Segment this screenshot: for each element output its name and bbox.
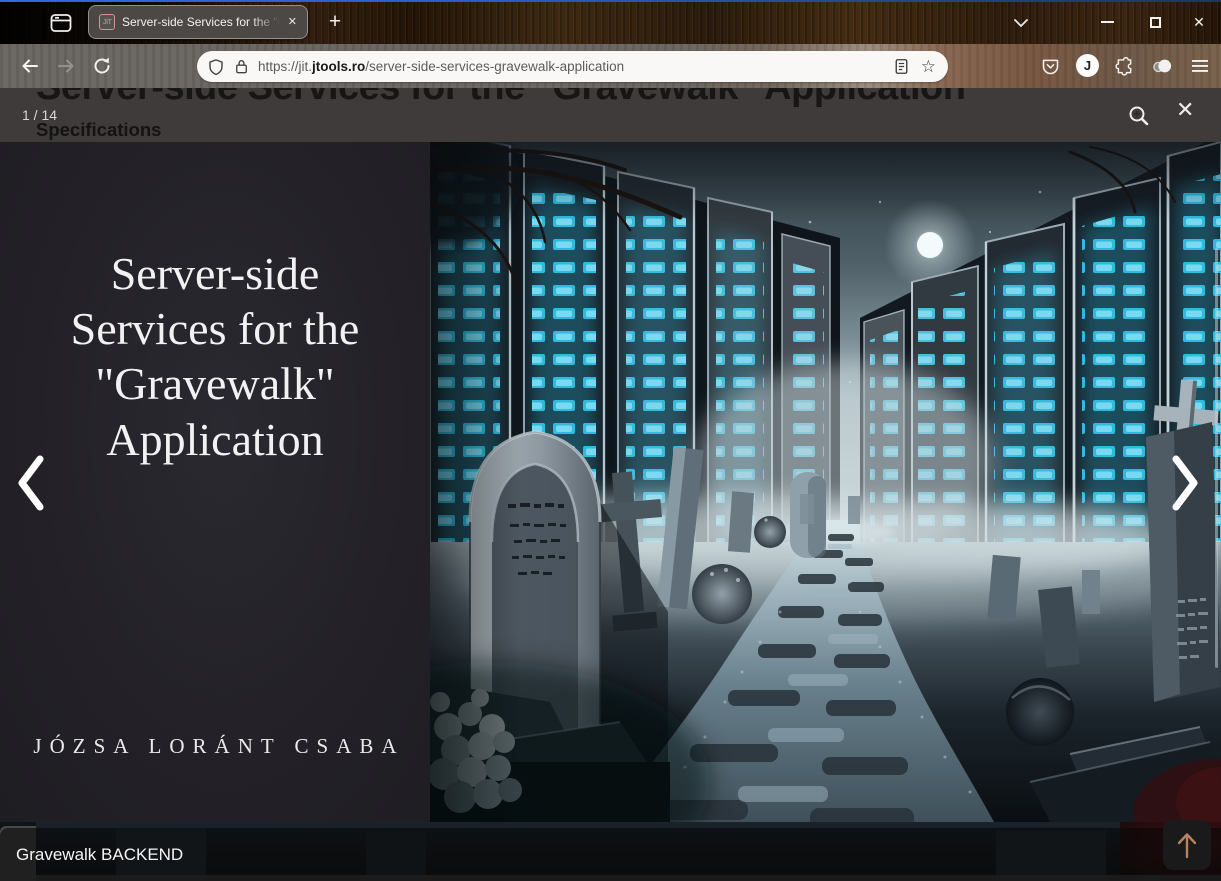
slide-title-panel: Server-side Services for the "Gravewalk"… bbox=[0, 142, 430, 822]
slide-title: Server-side Services for the "Gravewalk"… bbox=[0, 246, 430, 467]
lightbox-counter: 1 / 14 bbox=[22, 107, 57, 123]
list-tabs-chevron-icon[interactable] bbox=[1010, 12, 1032, 34]
lightbox-caption-bar: Gravewalk BACKEND bbox=[0, 828, 1221, 881]
profiles-icon[interactable] bbox=[1150, 54, 1174, 78]
slide-image: Server-side Services for the "Gravewalk"… bbox=[0, 142, 1221, 822]
next-slide-chevron-icon[interactable] bbox=[1168, 454, 1202, 512]
back-button[interactable] bbox=[14, 50, 46, 82]
zoom-in-icon[interactable] bbox=[1127, 104, 1151, 128]
maximize-icon bbox=[1150, 17, 1161, 28]
account-avatar[interactable]: J bbox=[1076, 54, 1099, 77]
site-favicon-icon: JiT bbox=[99, 14, 115, 30]
arrow-up-icon bbox=[1173, 830, 1201, 860]
tracking-shield-icon[interactable] bbox=[207, 58, 225, 76]
reader-mode-icon[interactable] bbox=[894, 58, 909, 75]
page-title: Server-side Services for the "Gravewalk"… bbox=[36, 88, 965, 109]
url-text[interactable]: https://jit.jtools.ro/server-side-servic… bbox=[258, 59, 624, 74]
forward-button[interactable] bbox=[50, 50, 82, 82]
tab-close-icon[interactable]: ✕ bbox=[286, 15, 299, 30]
lightbox-close-icon[interactable]: ✕ bbox=[1176, 99, 1194, 121]
maximize-button[interactable] bbox=[1140, 8, 1170, 36]
titlebar: JiT Server-side Services for the "Gra ✕ … bbox=[0, 0, 1221, 44]
scrollbar-thumb[interactable] bbox=[1215, 248, 1218, 668]
page-behind-overlay: Server-side Services for the "Gravewalk"… bbox=[0, 88, 1221, 142]
prev-slide-chevron-icon[interactable] bbox=[14, 454, 48, 512]
close-window-button[interactable]: ✕ bbox=[1184, 8, 1214, 36]
tab-title: Server-side Services for the "Gra bbox=[122, 15, 280, 29]
lock-icon bbox=[234, 58, 249, 75]
scroll-to-top-button[interactable] bbox=[1163, 820, 1211, 870]
slide-author: JÓZSA LORÁNT CSABA bbox=[0, 734, 430, 759]
reload-button[interactable] bbox=[86, 50, 118, 82]
bookmark-star-icon[interactable]: ☆ bbox=[921, 58, 936, 75]
browser-window: JiT Server-side Services for the "Gra ✕ … bbox=[0, 0, 1221, 881]
menu-hamburger-icon[interactable] bbox=[1188, 54, 1212, 78]
extensions-puzzle-icon[interactable] bbox=[1112, 54, 1136, 78]
lightbox-caption: Gravewalk BACKEND bbox=[16, 845, 183, 865]
browser-tab[interactable]: JiT Server-side Services for the "Gra ✕ bbox=[88, 5, 308, 39]
new-tab-button[interactable]: + bbox=[322, 9, 348, 35]
graveyard-artwork bbox=[430, 142, 1221, 822]
accent-topline bbox=[0, 0, 1221, 2]
minimize-icon bbox=[1101, 21, 1114, 23]
pocket-icon[interactable] bbox=[1038, 54, 1062, 78]
navbar: https://jit.jtools.ro/server-side-servic… bbox=[0, 44, 1221, 88]
firefox-view-icon[interactable] bbox=[48, 10, 74, 36]
minimize-button[interactable] bbox=[1092, 8, 1122, 36]
url-bar[interactable]: https://jit.jtools.ro/server-side-servic… bbox=[197, 51, 948, 82]
